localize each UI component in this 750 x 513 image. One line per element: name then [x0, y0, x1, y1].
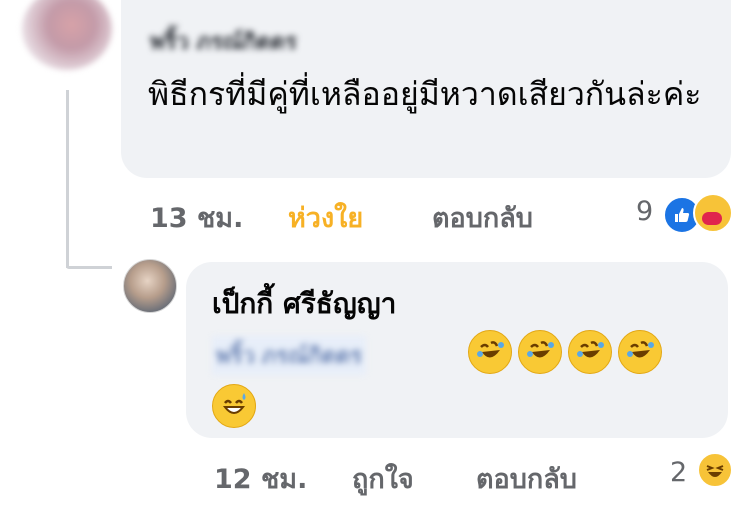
thread-line-branch — [66, 266, 112, 269]
reply-reply-button[interactable]: ตอบกลับ — [476, 457, 577, 500]
reply-timestamp[interactable]: 12 ชม. — [214, 457, 307, 500]
rolling-laugh-emoji — [568, 330, 612, 374]
reply-author-name[interactable]: เป็กกี้ ศรีธัญญา — [212, 282, 396, 326]
comment-timestamp[interactable]: 13 ชม. — [150, 196, 243, 239]
comment-author-name[interactable]: พริ้ว ภรณ์กิตตร — [150, 24, 297, 59]
reply-reaction-count[interactable]: 2 — [670, 457, 687, 488]
care-icon[interactable] — [693, 193, 733, 233]
rolling-laugh-emoji — [518, 330, 562, 374]
comment-text: พิธีกรที่มีคู่ที่เหลืออยู่มีหวาดเสียวกัน… — [148, 75, 702, 113]
comment-reaction-count[interactable]: 9 — [636, 196, 653, 227]
rolling-laugh-emoji — [468, 330, 512, 374]
reply-like-button[interactable]: ถูกใจ — [352, 457, 414, 500]
thread-line — [66, 90, 69, 268]
grinning-sweat-emoji — [212, 384, 256, 428]
comment-reply-button[interactable]: ตอบกลับ — [432, 196, 533, 239]
rolling-laugh-emoji — [618, 330, 662, 374]
reply-mention-link[interactable]: พริ้ว ภรณ์กิตตร — [212, 336, 367, 375]
comment-care-button[interactable]: ห่วงใย — [288, 196, 363, 239]
haha-icon[interactable] — [697, 452, 733, 488]
replier-avatar[interactable] — [123, 259, 177, 313]
commenter-avatar[interactable] — [22, 0, 112, 70]
